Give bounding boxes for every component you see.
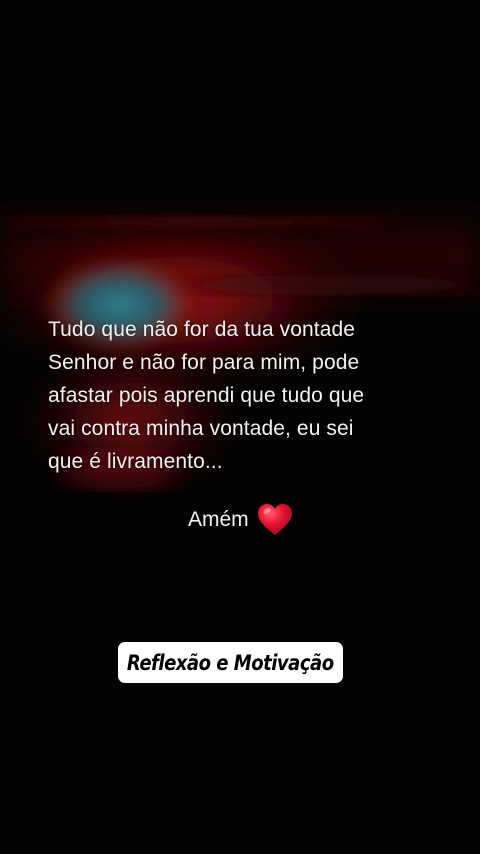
quote-line: Senhor e não for para mim, pode bbox=[48, 351, 360, 374]
amen-text: Amém bbox=[188, 508, 249, 531]
channel-badge: Reflexão e Motivação bbox=[118, 642, 343, 683]
video-frame: Tudo que não for da tua vontade Senhor e … bbox=[0, 0, 480, 854]
quote-line: vai contra minha vontade, eu sei bbox=[48, 417, 354, 440]
quote-text: Tudo que não for da tua vontade Senhor e … bbox=[48, 313, 458, 478]
heart-icon bbox=[257, 504, 292, 535]
quote-line: afastar pois aprendi que tudo que bbox=[48, 384, 365, 407]
amen-line: Amém bbox=[188, 502, 293, 538]
channel-badge-label: Reflexão e Motivação bbox=[127, 650, 334, 675]
quote-line: Tudo que não for da tua vontade bbox=[48, 318, 356, 341]
quote-line: que é livramento... bbox=[48, 450, 223, 473]
